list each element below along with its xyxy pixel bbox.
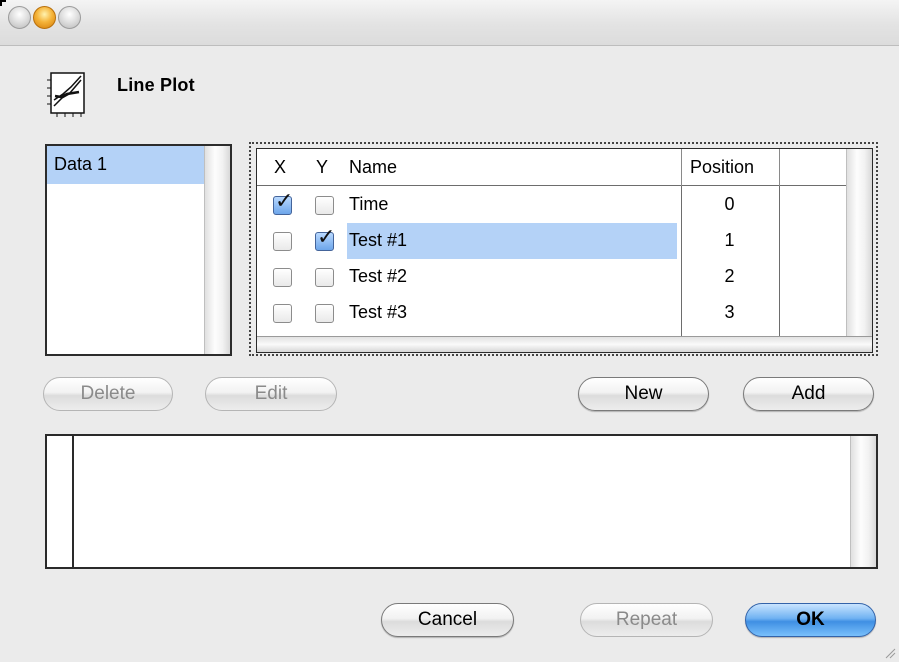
- checkmark-icon: ✓: [275, 189, 294, 214]
- y-axis-checkbox[interactable]: ✓: [315, 225, 335, 251]
- table-row[interactable]: Test #2 2: [257, 259, 847, 295]
- details-text-area[interactable]: [45, 434, 878, 569]
- column-name: Time: [349, 194, 389, 214]
- title-bar[interactable]: [0, 0, 899, 46]
- y-axis-checkbox[interactable]: [315, 304, 334, 323]
- x-axis-checkbox[interactable]: [273, 304, 292, 323]
- data-list-scrollbar[interactable]: [204, 146, 230, 354]
- text-area-scrollbar[interactable]: [850, 436, 876, 567]
- x-axis-checkbox[interactable]: ✓: [273, 189, 293, 215]
- list-item-data-1[interactable]: Data 1: [47, 146, 205, 184]
- zoom-window-button[interactable]: [58, 6, 81, 29]
- resize-grip-icon[interactable]: [884, 647, 896, 659]
- edit-button[interactable]: Edit: [205, 377, 337, 411]
- column-header-position[interactable]: Position: [690, 157, 754, 178]
- table-row[interactable]: ✓ Time 0: [257, 187, 847, 223]
- x-axis-checkbox[interactable]: [273, 268, 292, 287]
- column-position: 3: [724, 302, 735, 322]
- line-plot-icon: [47, 72, 85, 117]
- add-button[interactable]: Add: [743, 377, 874, 411]
- window-corner-mark: [0, 0, 6, 6]
- data-source-list[interactable]: Data 1: [45, 144, 232, 356]
- cancel-button[interactable]: Cancel: [381, 603, 514, 637]
- new-button[interactable]: New: [578, 377, 709, 411]
- close-window-button[interactable]: [8, 6, 31, 29]
- column-name: Test #3: [349, 302, 408, 322]
- column-name: Test #1: [347, 223, 677, 259]
- x-axis-checkbox[interactable]: [273, 232, 292, 251]
- dialog-title: Line Plot: [117, 75, 195, 95]
- table-row[interactable]: Test #3 3: [257, 295, 847, 331]
- columns-table[interactable]: X Y Name Position ✓ Time 0 ✓ Test #1 1 T…: [256, 148, 873, 353]
- delete-button[interactable]: Delete: [43, 377, 173, 411]
- text-area-gutter: [47, 436, 74, 567]
- y-axis-checkbox[interactable]: [315, 268, 334, 287]
- column-header-y[interactable]: Y: [316, 157, 328, 178]
- column-position: 2: [724, 266, 735, 286]
- header-divider: [681, 149, 682, 186]
- line-plot-dialog: Line Plot Data 1 X Y Name Position ✓ Tim…: [0, 0, 899, 662]
- header-divider: [779, 149, 780, 186]
- table-vertical-scrollbar[interactable]: [846, 149, 872, 338]
- minimize-window-button[interactable]: [33, 6, 56, 29]
- table-row[interactable]: ✓ Test #1 1: [257, 223, 847, 259]
- column-position: 1: [724, 230, 735, 250]
- column-header-name[interactable]: Name: [349, 157, 397, 178]
- columns-table-focus-ring: X Y Name Position ✓ Time 0 ✓ Test #1 1 T…: [249, 142, 878, 356]
- checkmark-icon: ✓: [317, 225, 336, 250]
- column-header-x[interactable]: X: [274, 157, 286, 178]
- table-horizontal-scrollbar[interactable]: [257, 336, 872, 352]
- column-position: 0: [724, 194, 735, 214]
- ok-button[interactable]: OK: [745, 603, 876, 637]
- y-axis-checkbox[interactable]: [315, 196, 334, 215]
- table-header: X Y Name Position: [257, 149, 847, 186]
- column-name: Test #2: [349, 266, 408, 286]
- repeat-button[interactable]: Repeat: [580, 603, 713, 637]
